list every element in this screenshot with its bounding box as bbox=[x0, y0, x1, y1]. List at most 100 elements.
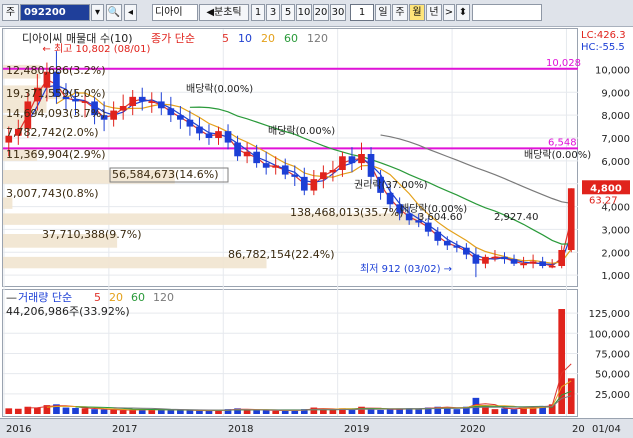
volume-legend-dash: — bbox=[6, 291, 17, 304]
candle-body bbox=[215, 131, 222, 138]
volume-profile-bar bbox=[3, 256, 267, 269]
event-annotation: 권리락(37.00%) bbox=[354, 179, 428, 191]
candle-body bbox=[367, 154, 375, 177]
volume-axis-tick: 100,000 bbox=[589, 329, 630, 340]
volume-bar bbox=[177, 410, 184, 414]
candle-body bbox=[520, 263, 527, 266]
volume-profile-label: 12,480,686(3.2%) bbox=[6, 64, 106, 77]
candle-body bbox=[196, 126, 203, 134]
candle-body bbox=[281, 165, 289, 175]
volume-bar bbox=[157, 409, 165, 414]
price-axis-tick: 2,000 bbox=[601, 248, 630, 259]
candle-body bbox=[186, 119, 194, 127]
candle-body bbox=[310, 179, 318, 191]
event-annotation: 배당락(0.00%) bbox=[524, 149, 591, 161]
volume-bar bbox=[386, 409, 394, 414]
candle-body bbox=[129, 96, 137, 106]
candle-body bbox=[548, 266, 556, 268]
volume-ma-line bbox=[113, 395, 572, 411]
ma-legend-period: 5 bbox=[222, 32, 229, 45]
volume-profile-label: 3,007,743(0.8%) bbox=[6, 187, 99, 200]
candle-body bbox=[529, 261, 537, 264]
volume-summary: 44,206,986주(33.92%) bbox=[6, 305, 130, 318]
candle-body bbox=[138, 96, 146, 102]
candle-body bbox=[348, 156, 356, 164]
candle-body bbox=[81, 101, 89, 103]
volume-bar bbox=[243, 409, 251, 414]
lc-label: LC:426.3 bbox=[581, 30, 626, 41]
volume-profile-label: 37,710,388(9.7%) bbox=[42, 228, 142, 241]
candle-body bbox=[558, 250, 566, 266]
price-axis-tick: 6,000 bbox=[601, 157, 630, 168]
candle-body bbox=[234, 142, 241, 157]
candle-body bbox=[300, 176, 308, 191]
price-axis-tick: 1,000 bbox=[601, 271, 630, 282]
volume-bar bbox=[110, 409, 117, 414]
ma-legend-label: 종가 단순 bbox=[151, 32, 195, 45]
volume-bar bbox=[377, 409, 384, 414]
candle-body bbox=[386, 192, 394, 205]
volume-bar bbox=[281, 410, 289, 414]
event-annotation: 2,927.40 bbox=[494, 212, 539, 223]
event-annotation: 3,604.60 bbox=[418, 212, 463, 223]
volume-legend-period: 5 bbox=[94, 291, 101, 304]
candle-body bbox=[205, 133, 213, 138]
candle-body bbox=[320, 172, 327, 180]
price-axis-tick: 7,000 bbox=[601, 134, 630, 145]
volume-bar bbox=[100, 409, 108, 414]
candle-body bbox=[167, 108, 175, 116]
candle-body bbox=[253, 151, 260, 164]
candle-body bbox=[358, 154, 365, 164]
ma-legend-period: 60 bbox=[284, 32, 298, 45]
candle-body bbox=[110, 110, 117, 120]
candle-body bbox=[177, 115, 184, 120]
candle-body bbox=[119, 106, 127, 111]
candle-body bbox=[272, 165, 280, 168]
volume-bar bbox=[34, 407, 41, 414]
candle-body bbox=[443, 240, 451, 246]
candle-body bbox=[510, 259, 518, 264]
volume-profile-label: 14,694,093(3.7%) bbox=[6, 107, 106, 120]
candle-body bbox=[472, 254, 480, 264]
resistance-value: 10,028 bbox=[546, 58, 581, 69]
candle-body bbox=[224, 131, 232, 143]
volume-profile-label: 19,371,559(5.0%) bbox=[6, 87, 106, 100]
volume-profile-label: 7,782,742(2.0%) bbox=[6, 126, 99, 139]
candle-body bbox=[157, 101, 165, 109]
ma-legend-period: 10 bbox=[238, 32, 252, 45]
volume-bar bbox=[62, 407, 70, 414]
volume-bar bbox=[72, 407, 79, 414]
price-axis-tick: 3,000 bbox=[601, 225, 630, 236]
volume-axis-tick: 75,000 bbox=[595, 349, 630, 360]
volume-bar bbox=[453, 409, 461, 414]
volume-legend-period: 20 bbox=[109, 291, 123, 304]
current-pct-label: 63.27 bbox=[589, 195, 618, 206]
volume-axis-tick: 25,000 bbox=[595, 390, 630, 401]
volume-legend-period: 120 bbox=[153, 291, 174, 304]
volume-bar bbox=[329, 409, 337, 414]
candle-body bbox=[463, 247, 470, 255]
volume-bar bbox=[196, 410, 203, 414]
price-legend-title: 디아이씨 매물대 수(10) bbox=[22, 32, 133, 45]
x-axis-label: 2017 bbox=[112, 424, 137, 435]
volume-bar bbox=[91, 409, 98, 414]
ma-legend-period: 20 bbox=[261, 32, 275, 45]
candle-body bbox=[329, 170, 337, 173]
candle-body bbox=[243, 151, 251, 157]
candle-body bbox=[491, 256, 499, 259]
candle-body bbox=[148, 101, 156, 103]
volume-bar bbox=[205, 410, 213, 414]
x-axis-label: 2016 bbox=[6, 424, 31, 435]
volume-profile-label: 11,369,904(2.9%) bbox=[6, 148, 106, 161]
volume-bar bbox=[119, 410, 127, 414]
candle-body bbox=[539, 261, 546, 266]
price-axis-tick: 8,000 bbox=[601, 111, 630, 122]
support-value: 6,548 bbox=[548, 137, 577, 148]
event-annotation: 배당락(0.00%) bbox=[268, 125, 335, 137]
volume-axis-tick: 50,000 bbox=[595, 370, 630, 381]
x-axis-label: 20 bbox=[572, 424, 585, 435]
volume-axis-tick: 125,000 bbox=[589, 309, 630, 320]
low-label: 최저 912 (03/02) → bbox=[360, 263, 452, 275]
volume-bar bbox=[253, 410, 260, 414]
volume-profile-label: 56,584,673(14.6%) bbox=[112, 168, 219, 181]
